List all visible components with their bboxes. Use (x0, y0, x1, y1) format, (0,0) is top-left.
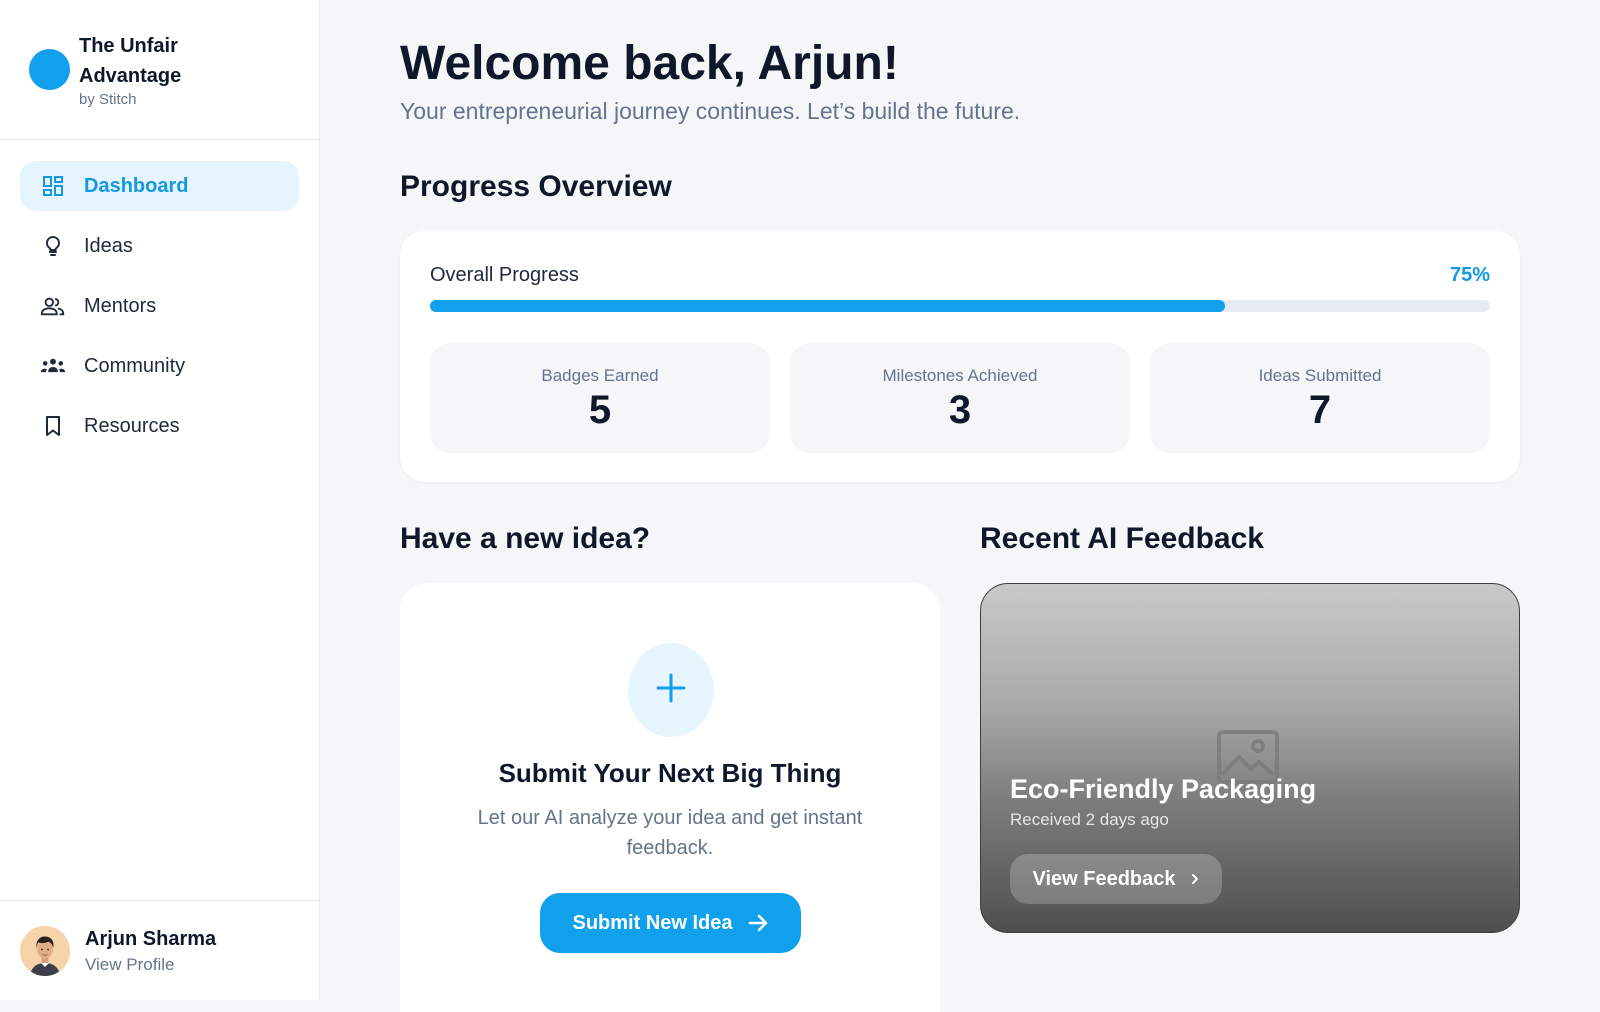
feedback-timestamp: Received 2 days ago (1010, 810, 1169, 829)
avatar[interactable] (20, 925, 70, 976)
sidebar-item-label: Ideas (84, 234, 133, 257)
sidebar: The Unfair Advantage by Stitch Dashboard (0, 0, 320, 1000)
sidebar-item-resources[interactable]: Resources (20, 401, 299, 451)
view-profile-link[interactable]: View Profile (85, 953, 216, 977)
sidebar-item-label: Dashboard (84, 174, 189, 197)
progress-bar-fill (430, 300, 1225, 312)
stat-card-ideas: Ideas Submitted 7 (1150, 343, 1490, 453)
brand-logo (29, 49, 70, 90)
stat-card-badges: Badges Earned 5 (430, 343, 770, 453)
stat-label: Ideas Submitted (1258, 366, 1382, 385)
stat-value: 7 (1308, 388, 1332, 432)
dashboard-icon (40, 173, 66, 199)
idea-card-title: Submit Your Next Big Thing (498, 758, 842, 788)
brand[interactable]: The Unfair Advantage by Stitch (0, 0, 319, 140)
add-idea-button[interactable] (628, 643, 714, 737)
stat-value: 3 (948, 388, 972, 432)
brand-title: The Unfair Advantage (79, 34, 182, 87)
progress-card: Overall Progress 75% Badges Earned 5 Mil… (400, 230, 1520, 482)
progress-bar (430, 300, 1490, 312)
progress-label: Overall Progress (430, 264, 579, 286)
view-feedback-button[interactable]: View Feedback (1010, 854, 1222, 904)
page-title: Welcome back, Arjun! (400, 37, 899, 90)
feedback-title: Eco-Friendly Packaging (1010, 774, 1317, 804)
ai-feedback-card[interactable]: Eco-Friendly Packaging Received 2 days a… (980, 583, 1520, 933)
brand-subtitle: by Stitch (79, 90, 137, 108)
profile-name: Arjun Sharma (85, 927, 217, 950)
section-title-progress: Progress Overview (400, 170, 672, 203)
sidebar-item-label: Resources (84, 414, 180, 437)
idea-card-description: Let our AI analyze your idea and get ins… (477, 807, 863, 859)
submit-button-label: Submit New Idea (572, 911, 733, 934)
sidebar-item-dashboard[interactable]: Dashboard (20, 161, 299, 211)
progress-percent: 75% (1449, 264, 1490, 286)
stat-value: 5 (588, 388, 612, 432)
stat-card-milestones: Milestones Achieved 3 (790, 343, 1130, 453)
lightbulb-icon (40, 233, 66, 259)
section-title-ai-feedback: Recent AI Feedback (980, 522, 1264, 555)
people-icon (40, 293, 66, 319)
sidebar-item-mentors[interactable]: Mentors (20, 281, 299, 331)
view-feedback-label: View Feedback (1032, 867, 1176, 890)
new-idea-card: Submit Your Next Big Thing Let our AI an… (400, 583, 940, 1012)
sidebar-item-ideas[interactable]: Ideas (20, 221, 299, 271)
submit-new-idea-button[interactable]: Submit New Idea (540, 893, 801, 953)
sidebar-item-community[interactable]: Community (20, 341, 299, 391)
sidebar-item-label: Mentors (84, 294, 157, 317)
page-subtitle: Your entrepreneurial journey continues. … (400, 98, 1021, 124)
sidebar-nav: Dashboard Ideas Mentors Community Resour… (0, 140, 319, 451)
bookmark-icon (40, 413, 66, 439)
sidebar-item-label: Community (84, 354, 186, 377)
user-profile[interactable]: Arjun Sharma View Profile (0, 900, 319, 1000)
stat-label: Badges Earned (541, 366, 659, 385)
groups-icon (40, 353, 66, 379)
section-title-new-idea: Have a new idea? (400, 522, 651, 555)
plus-icon (656, 673, 686, 708)
arrow-right-icon (747, 912, 769, 934)
stat-label: Milestones Achieved (882, 366, 1038, 385)
chevron-right-icon (1190, 873, 1200, 885)
